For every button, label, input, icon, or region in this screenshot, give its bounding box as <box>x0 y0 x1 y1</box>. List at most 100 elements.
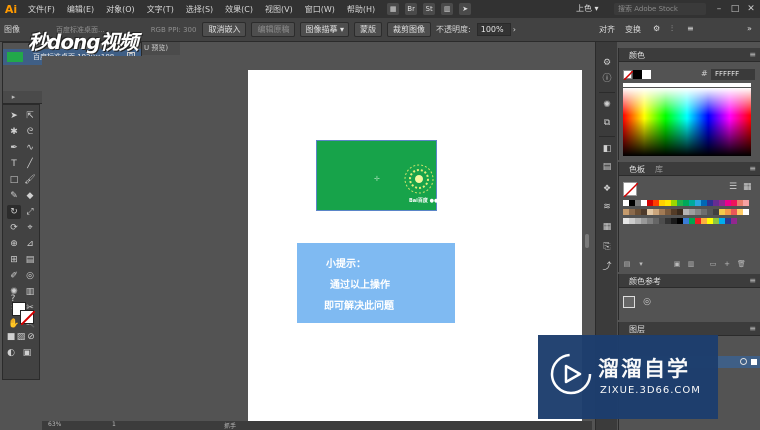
library-menu-icon[interactable]: ▤ <box>623 260 631 268</box>
menu-effect[interactable]: 效果(C) <box>219 4 259 15</box>
isolate-icon[interactable]: ⚙ <box>653 24 660 33</box>
harmony-rules-icon[interactable]: ◎ <box>641 296 653 308</box>
play-icon[interactable]: ▸ <box>9 93 18 101</box>
layers-panel-header[interactable]: 图层 ≡ <box>619 322 760 336</box>
menu-lines-icon[interactable]: ≡ <box>687 24 694 33</box>
base-color-swatch[interactable] <box>623 296 635 308</box>
distribute-icon[interactable]: ⫶ <box>671 24 673 34</box>
layer-selection-indicator[interactable] <box>751 359 757 365</box>
shaper-tool-icon[interactable]: ✎ <box>7 189 21 203</box>
bridge-button[interactable]: Br <box>405 3 418 15</box>
stroke-swatch[interactable] <box>20 310 36 326</box>
magic-wand-icon[interactable]: ✱ <box>7 125 21 139</box>
color-guide-title[interactable]: 颜色参考 <box>629 276 661 287</box>
swatches-tab[interactable]: 色板 <box>629 164 645 175</box>
artboards-icon[interactable]: ⎘ <box>600 240 614 254</box>
direct-selection-tool-icon[interactable]: ⇱ <box>23 109 37 123</box>
color-swatch[interactable] <box>743 209 749 215</box>
warp-tool-icon[interactable]: ⟳ <box>7 221 21 235</box>
lasso-tool-icon[interactable]: ᘓ <box>23 125 37 139</box>
list-view-icon[interactable]: ☰ <box>729 182 737 192</box>
properties-icon[interactable]: ⚙ <box>600 56 614 70</box>
pen-tool-icon[interactable]: ✒ <box>7 141 21 155</box>
curvature-tool-icon[interactable]: ∿ <box>23 141 37 155</box>
selection-tool-icon[interactable]: ➤ <box>7 109 21 123</box>
expand-icon[interactable]: » <box>747 24 752 33</box>
zoom-level[interactable]: 63% <box>48 421 61 428</box>
eyedropper-tool-icon[interactable]: ✐ <box>7 269 21 283</box>
menu-object[interactable]: 对象(O) <box>100 4 141 15</box>
new-group-icon[interactable]: ▭ <box>709 260 717 268</box>
panel-menu-icon[interactable]: ≡ <box>749 164 756 173</box>
gradient-tool-icon[interactable]: ▤ <box>23 253 37 267</box>
eraser-tool-icon[interactable]: ◆ <box>23 189 37 203</box>
show-kinds-icon[interactable]: ▾ <box>637 260 645 268</box>
mask-button[interactable]: 蒙版 <box>354 22 383 37</box>
chevron-right-icon[interactable]: › <box>513 25 516 34</box>
stock-search-input[interactable]: 搜索 Adobe Stock <box>614 3 706 15</box>
arrange-icon[interactable]: ▥ <box>441 3 454 15</box>
black-swatch[interactable] <box>633 70 642 79</box>
color-guide-header[interactable]: 颜色参考 ≡ <box>619 274 760 288</box>
menu-select[interactable]: 选择(S) <box>180 4 219 15</box>
line-tool-icon[interactable]: ╱ <box>23 157 37 171</box>
workspace-switcher[interactable]: 上色 ▾ <box>576 3 599 14</box>
free-transform-tool-icon[interactable]: ⌖ <box>23 221 37 235</box>
layer-target-icon[interactable] <box>740 358 747 365</box>
color-swatch[interactable] <box>731 218 737 224</box>
scale-tool-icon[interactable]: ⤢ <box>23 205 37 219</box>
none-mode-icon[interactable]: ⊘ <box>24 330 38 344</box>
placed-image[interactable]: ✛ Bai百度 ●●● <box>316 140 443 211</box>
blend-tool-icon[interactable]: ◎ <box>23 269 37 283</box>
artboard[interactable]: ✛ Bai百度 ●●● 小提示： 通过以上操作 即可解决此问题 <box>248 70 582 430</box>
canvas-area[interactable]: ✛ Bai百度 ●●● 小提示： 通过以上操作 即可解决此问题 <box>42 56 592 430</box>
crop-image-button[interactable]: 裁剪图像 <box>387 22 432 37</box>
opacity-field[interactable]: 100% <box>476 23 511 36</box>
draw-mode-icon[interactable]: ◐ <box>4 346 18 360</box>
align-link[interactable]: 对齐 <box>599 24 615 35</box>
unembed-button[interactable]: 取消嵌入 <box>202 22 247 37</box>
menu-view[interactable]: 视图(V) <box>259 4 299 15</box>
hex-color-field[interactable]: FFFFFF <box>711 69 755 80</box>
stock-button[interactable]: St <box>423 3 436 15</box>
active-fill-stroke-swatch[interactable] <box>623 182 639 198</box>
brushes-icon[interactable]: ≋ <box>600 200 614 214</box>
maximize-icon[interactable]: □ <box>728 2 742 16</box>
mesh-tool-icon[interactable]: ⊞ <box>7 253 21 267</box>
color-spectrum[interactable] <box>623 88 751 156</box>
delete-swatch-icon[interactable]: 🗑 <box>737 260 746 268</box>
none-color-swatch[interactable] <box>623 70 634 81</box>
color-panel-title[interactable]: 颜色 <box>629 50 645 61</box>
shape-builder-icon[interactable]: ⊕ <box>7 237 21 251</box>
rectangle-tool-icon[interactable]: □ <box>7 173 21 187</box>
layers-icon[interactable]: ▤ <box>600 160 614 174</box>
menu-help[interactable]: 帮助(H) <box>341 4 381 15</box>
close-icon[interactable]: ✕ <box>744 2 758 16</box>
info-icon[interactable]: ⓘ <box>600 72 614 86</box>
page-number[interactable]: 1 <box>112 421 116 428</box>
swatch-options-icon[interactable]: ▣ <box>673 260 681 268</box>
menu-edit[interactable]: 编辑(E) <box>61 4 100 15</box>
symbols-icon[interactable]: ❖ <box>600 182 614 196</box>
appearance-icon[interactable]: ✺ <box>600 98 614 112</box>
libraries-tab[interactable]: 库 <box>655 164 663 175</box>
spectrum-white-strip[interactable] <box>623 83 751 87</box>
color-swatch[interactable] <box>743 200 749 206</box>
vertical-scrollbar[interactable] <box>585 234 589 248</box>
white-swatch[interactable] <box>642 70 651 79</box>
panel-menu-icon[interactable]: ≡ <box>749 324 756 333</box>
transparency-icon[interactable]: ◧ <box>600 142 614 156</box>
panel-menu-icon[interactable]: ≡ <box>749 50 756 59</box>
transform-link[interactable]: 变换 <box>625 24 641 35</box>
color-panel-header[interactable]: 颜色 ≡ <box>619 48 760 62</box>
send-icon[interactable]: ➤ <box>459 3 472 15</box>
document-tab[interactable]: U 预览) <box>142 42 180 55</box>
menu-type[interactable]: 文字(T) <box>141 4 180 15</box>
rotate-tool-icon[interactable]: ↻ <box>7 205 21 219</box>
layers-panel-title[interactable]: 图层 <box>629 324 645 335</box>
menu-window[interactable]: 窗口(W) <box>299 4 341 15</box>
new-swatch-icon[interactable]: + <box>723 260 731 268</box>
grid-view-icon[interactable]: ▦ <box>743 182 752 192</box>
links-icon[interactable]: ⧉ <box>600 116 614 130</box>
graphic-styles-icon[interactable]: ▦ <box>600 220 614 234</box>
